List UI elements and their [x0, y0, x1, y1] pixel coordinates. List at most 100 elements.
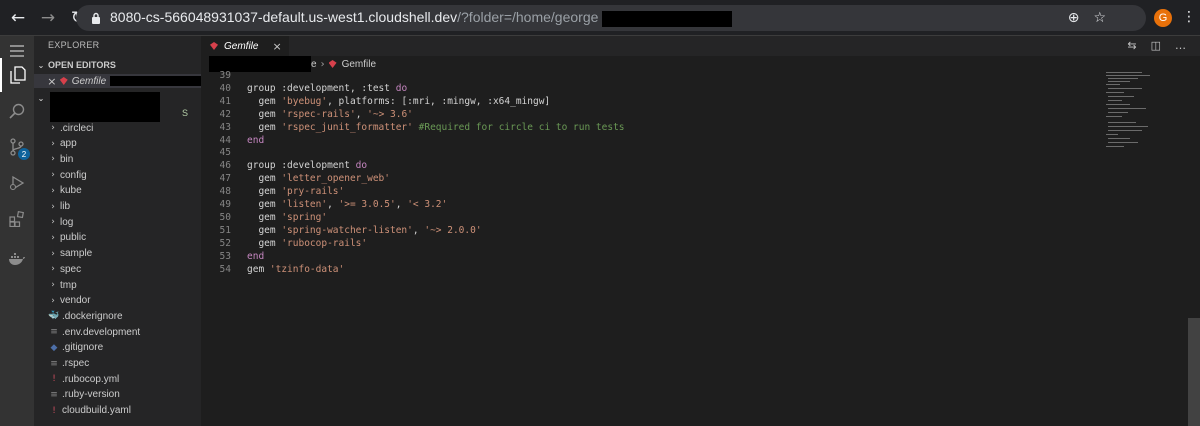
code-token: , — [412, 224, 425, 236]
tree-item-label: bin — [60, 153, 74, 165]
code-token: 'tzinfo-data' — [269, 263, 345, 275]
run-debug-icon[interactable] — [0, 166, 34, 200]
back-icon[interactable]: ← — [6, 6, 30, 30]
tree-item-label: .rspec — [62, 358, 90, 369]
tree-folder[interactable]: › log — [34, 214, 201, 230]
tree-item-label: .env.development — [62, 326, 141, 338]
tree-item-label: spec — [60, 263, 82, 275]
tree-file[interactable]: ! cloudbuild.yaml — [34, 403, 201, 419]
code-token: group :development, :test — [247, 82, 396, 94]
tree-folder[interactable]: › bin — [34, 151, 201, 167]
url-text: 8080-cs-566048931037-default.us-west1.cl… — [110, 9, 733, 27]
tab-gemfile[interactable]: Gemfile × — [201, 36, 289, 56]
tree-file[interactable]: 🐳 .dockerignore — [34, 308, 201, 324]
code-token: 'letter_opener_web' — [281, 173, 390, 185]
chevron-right-icon: › — [51, 123, 55, 133]
line-number: 51 — [219, 224, 231, 236]
chevron-right-icon: › — [51, 154, 55, 165]
open-editors-header[interactable]: ⌄ OPEN EDITORS — [34, 57, 201, 73]
close-icon[interactable]: × — [44, 75, 60, 88]
tree-folder[interactable]: › config — [34, 167, 201, 183]
code-line: 47 gem 'letter_opener_web' — [201, 172, 1101, 185]
compare-changes-icon[interactable]: ⇆ — [1127, 39, 1136, 52]
tree-folder[interactable]: › vendor — [34, 293, 201, 309]
code-token: '~> 2.0.0' — [424, 224, 482, 236]
breadcrumb-folder[interactable]: e — [311, 59, 317, 70]
editor-actions: ⇆ ◫ … — [1127, 39, 1186, 52]
tree-item-label: config — [60, 169, 87, 181]
chevron-down-icon: ⌄ — [37, 93, 45, 103]
code-line: 42 gem 'rspec-rails', '~> 3.6' — [201, 108, 1101, 121]
tree-item-label: kube — [60, 185, 82, 197]
minimap[interactable] — [1106, 72, 1186, 162]
tree-file[interactable]: ≡ .ruby-version — [34, 387, 201, 403]
tree-item-label: public — [60, 232, 87, 244]
line-number: 54 — [219, 263, 231, 275]
tree-folder[interactable]: › .circleci — [34, 120, 201, 136]
search-icon[interactable] — [0, 94, 34, 128]
tree-folder[interactable]: › tmp — [34, 277, 201, 293]
tree-folder[interactable]: › app — [34, 136, 201, 152]
add-icon[interactable]: ⊕ — [1068, 10, 1080, 26]
redacted-block — [110, 76, 201, 86]
tree-item-label: vendor — [60, 295, 91, 307]
code-line: 45 — [201, 146, 1101, 159]
code-token: do — [355, 160, 368, 172]
code-line: 51 gem 'spring-watcher-listen', '~> 2.0.… — [201, 224, 1101, 237]
code-line: 54 gem 'tzinfo-data' — [201, 263, 1101, 276]
chevron-right-icon: › — [51, 248, 55, 259]
tree-file[interactable]: ! .rubocop.yml — [34, 371, 201, 387]
split-editor-icon[interactable]: ◫ — [1151, 39, 1161, 52]
code-token: do — [395, 82, 408, 94]
code-editor[interactable]: 39 40 group :development, :test do 41 gem '… — [201, 70, 1200, 426]
chevron-right-icon: › — [51, 232, 55, 243]
code-token: gem — [247, 121, 282, 133]
code-token: '~> 3.6' — [367, 108, 413, 120]
code-token: '>= 3.0.5' — [338, 199, 396, 210]
chevron-right-icon: › — [51, 138, 55, 149]
docker-icon[interactable] — [0, 242, 34, 276]
line-number: 49 — [219, 199, 231, 210]
tree-item-label: .gitignore — [62, 342, 104, 354]
yaml-file-icon: ! — [52, 374, 56, 385]
line-number: 52 — [219, 237, 231, 249]
url-query: /?folder=/home/george — [457, 9, 599, 26]
open-editor-item[interactable]: × Gemfile — [34, 74, 201, 88]
breadcrumb-file[interactable]: Gemfile — [342, 59, 376, 70]
tree-item-label: .circleci — [60, 122, 94, 134]
browser-menu-icon[interactable]: ⋮ — [1182, 9, 1196, 25]
explorer-icon[interactable] — [0, 58, 34, 92]
vertical-scrollbar[interactable] — [1188, 318, 1200, 426]
explorer-title: EXPLORER — [48, 40, 100, 50]
line-number: 43 — [219, 121, 231, 133]
tree-item-label: .rubocop.yml — [62, 373, 120, 385]
open-editors-label: OPEN EDITORS — [48, 60, 116, 70]
address-bar[interactable]: 8080-cs-566048931037-default.us-west1.cl… — [76, 5, 1146, 31]
yaml-file-icon: ! — [52, 405, 56, 416]
tree-folder[interactable]: › lib — [34, 199, 201, 215]
source-control-icon[interactable]: 2 — [0, 130, 34, 164]
code-line: 44 end — [201, 134, 1101, 147]
forward-icon[interactable]: → — [36, 6, 60, 30]
code-line: 52 gem 'rubocop-rails' — [201, 237, 1101, 250]
code-token: 'rubocop-rails' — [281, 237, 368, 249]
tree-folder[interactable]: › public — [34, 230, 201, 246]
activity-bar: 2 — [0, 36, 34, 426]
bookmark-star-icon[interactable]: ☆ — [1093, 10, 1106, 26]
code-token: gem — [247, 199, 282, 210]
tree-file[interactable]: ◆ .gitignore — [34, 340, 201, 356]
lines-file-icon: ≡ — [50, 389, 58, 400]
code-line: 49 gem 'listen', '>= 3.0.5', '< 3.2' — [201, 198, 1101, 211]
tree-folder[interactable]: › sample — [34, 246, 201, 262]
more-actions-icon[interactable]: … — [1175, 39, 1186, 52]
code-line: 46 group :development do — [201, 159, 1101, 172]
line-number: 50 — [219, 211, 231, 223]
tree-folder[interactable]: › spec — [34, 261, 201, 277]
tree-file[interactable]: ≡ .rspec — [34, 356, 201, 372]
tree-file[interactable]: ≡ .env.development — [34, 324, 201, 340]
tree-folder[interactable]: › kube — [34, 183, 201, 199]
close-icon[interactable]: × — [272, 40, 281, 53]
lines-file-icon: ≡ — [50, 358, 58, 369]
extensions-icon[interactable] — [0, 202, 34, 236]
profile-avatar[interactable]: G — [1154, 9, 1172, 27]
